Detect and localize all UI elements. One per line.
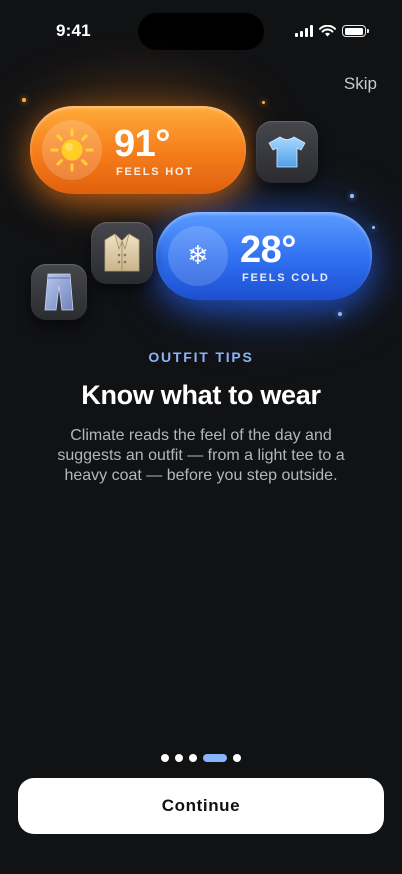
pants-icon: [31, 264, 87, 320]
feels-cold-card: ❄ 28° FEELS COLD: [156, 212, 372, 300]
sparkle-dot: [372, 226, 375, 229]
status-bar: 9:41: [0, 0, 402, 60]
status-icons: [295, 25, 369, 37]
battery-icon: [342, 25, 369, 37]
feels-hot-card: 91° FEELS HOT: [30, 106, 246, 194]
cellular-signal-icon: [295, 25, 313, 37]
dynamic-island: [138, 13, 264, 50]
sparkle-dot: [338, 312, 342, 316]
cold-temperature: 28°: [240, 229, 296, 271]
continue-button[interactable]: Continue: [18, 778, 384, 834]
sparkle-dot: [350, 194, 354, 198]
page-indicator: [0, 754, 402, 762]
page-title: Know what to wear: [81, 380, 321, 410]
section-eyebrow: OUTFIT TIPS: [148, 349, 254, 365]
page-description: Climate reads the feel of the day and su…: [57, 427, 345, 484]
sun-icon: [42, 120, 102, 180]
page-dot[interactable]: [161, 754, 169, 762]
hot-temperature: 91°: [114, 123, 170, 165]
t-shirt-icon: [256, 121, 318, 183]
status-time: 9:41: [56, 21, 91, 40]
sparkle-dot: [22, 98, 26, 102]
snowflake-icon: ❄: [168, 226, 228, 286]
sparkle-dot: [262, 101, 265, 104]
page-dot[interactable]: [175, 754, 183, 762]
hot-caption: FEELS HOT: [116, 166, 194, 178]
page-dot[interactable]: [189, 754, 197, 762]
coat-icon: [91, 222, 153, 284]
cold-caption: FEELS COLD: [242, 272, 330, 284]
page-dot[interactable]: [233, 754, 241, 762]
skip-button[interactable]: Skip: [344, 74, 377, 94]
wifi-icon: [319, 25, 336, 37]
page-dot[interactable]: [203, 754, 227, 762]
